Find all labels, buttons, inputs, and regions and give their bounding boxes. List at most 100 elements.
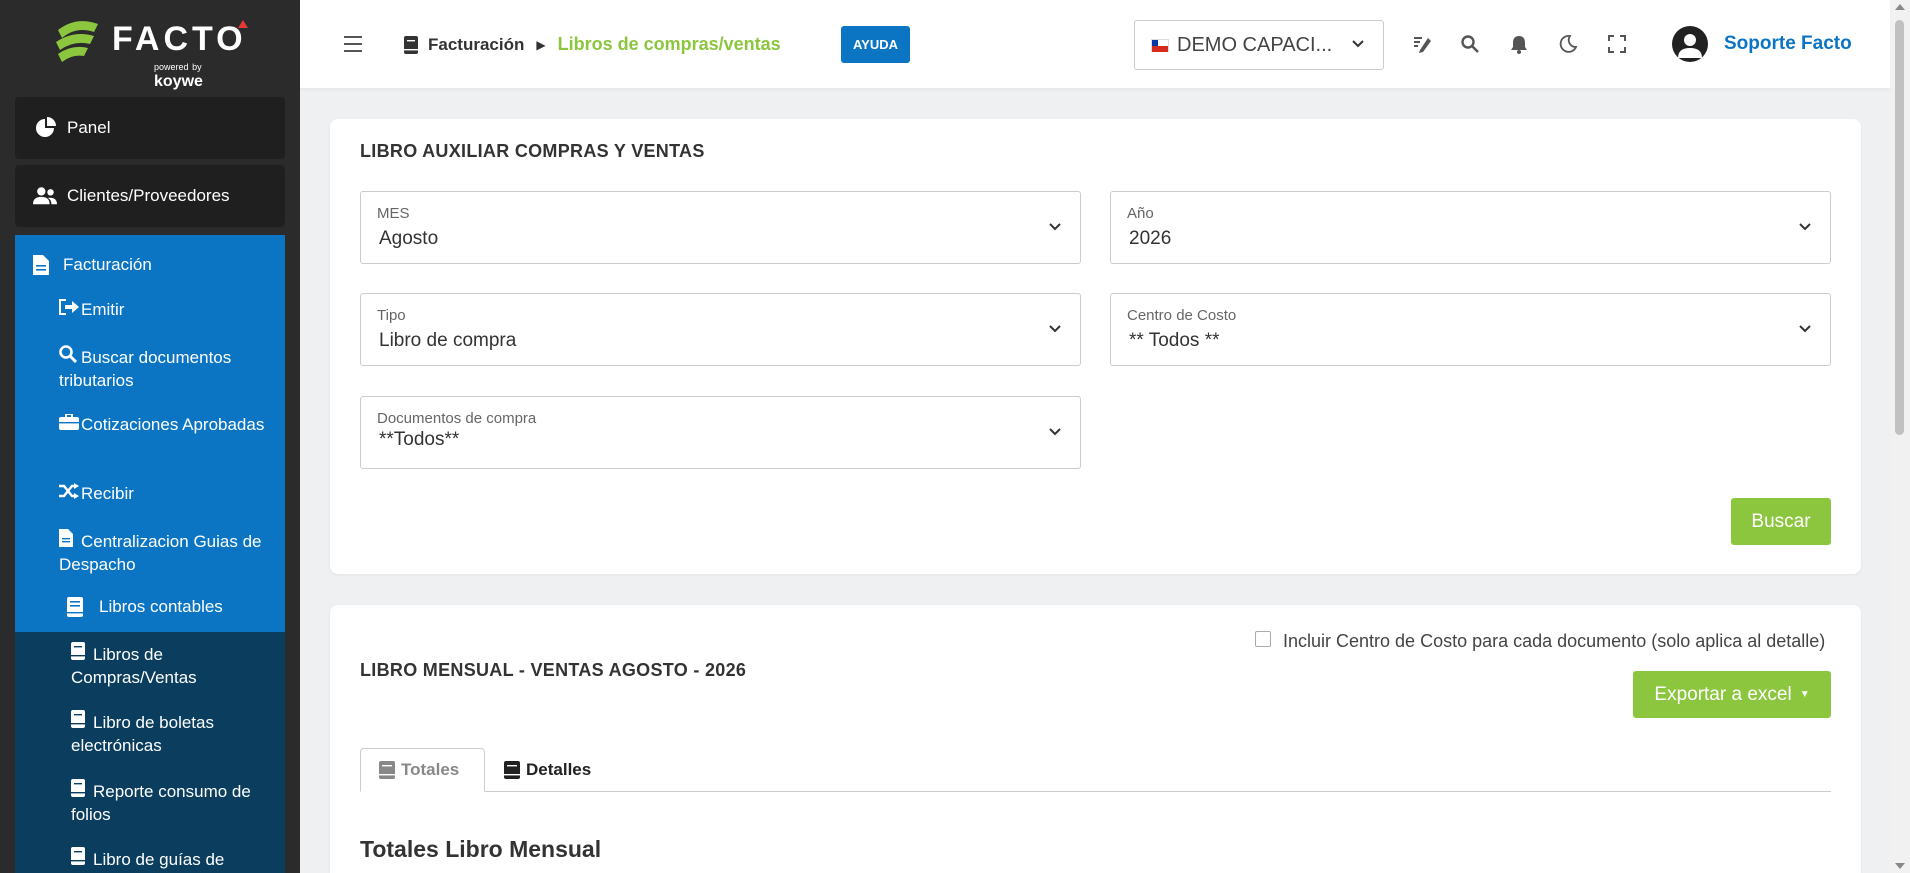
search-button[interactable]: Buscar — [1731, 498, 1831, 545]
tab-totales[interactable]: Totales — [360, 748, 485, 792]
tab-detalles[interactable]: Detalles — [504, 748, 591, 792]
export-excel-label: Exportar a excel — [1654, 683, 1792, 705]
sidebar-item-facturacion[interactable]: Facturación — [33, 255, 152, 275]
book-icon — [404, 35, 418, 54]
sign-out-icon — [59, 298, 79, 321]
type-select[interactable]: Tipo Libro de compra — [360, 293, 1081, 366]
type-label: Tipo — [377, 307, 406, 324]
file-icon — [59, 529, 79, 553]
filters-card: LIBRO AUXILIAR COMPRAS Y VENTAS MES Agos… — [330, 119, 1861, 574]
shuffle-icon — [59, 482, 79, 505]
export-excel-button[interactable]: Exportar a excel ▼ — [1633, 671, 1831, 718]
page-scrollbar[interactable] — [1890, 0, 1910, 873]
chevron-down-icon — [1799, 223, 1811, 231]
sidebar-item-emitir[interactable]: Emitir — [59, 298, 279, 321]
include-cost-center-label[interactable]: Incluir Centro de Costo para cada docume… — [1283, 631, 1825, 652]
cost-center-select[interactable]: Centro de Costo ** Todos ** — [1110, 293, 1831, 366]
documents-value: **Todos** — [379, 429, 460, 450]
scroll-down-icon[interactable] — [1895, 863, 1905, 869]
chevron-down-icon — [1049, 223, 1061, 231]
scroll-up-icon[interactable] — [1895, 4, 1905, 10]
month-value: Agosto — [379, 228, 439, 249]
book-icon — [379, 761, 395, 779]
breadcrumb-current: Libros de compras/ventas — [557, 34, 781, 54]
sidebar-item-centralizacion[interactable]: Centralizacion Guias de Despacho — [59, 529, 279, 576]
company-name: DEMO CAPACI... — [1177, 33, 1333, 56]
book-icon — [71, 642, 91, 666]
pie-chart-icon — [33, 116, 57, 140]
month-select[interactable]: MES Agosto — [360, 191, 1081, 264]
logo-powered: powered by koywe — [154, 62, 203, 90]
sidebar: FACTO powered by koywe Panel Clientes/Pr… — [0, 0, 300, 873]
sidebar-item-libros-contables[interactable]: Libros contables — [67, 597, 223, 617]
breadcrumb: Facturación ▶ Libros de compras/ventas — [404, 34, 781, 55]
sidebar-item-label: Libro de boletas electrónicas — [71, 713, 214, 755]
briefcase-icon — [59, 413, 79, 436]
sidebar-item-label: Panel — [67, 118, 111, 137]
tab-label: Totales — [401, 760, 460, 779]
sidebar-item-libro-guias[interactable]: Libro de guías de — [71, 847, 271, 871]
sidebar-item-recibir[interactable]: Recibir — [59, 482, 279, 505]
book-icon — [504, 761, 520, 779]
sidebar-item-label: Clientes/Proveedores — [67, 186, 230, 205]
caret-down-icon: ▼ — [1799, 689, 1810, 700]
sidebar-item-label: Cotizaciones Aprobadas — [81, 415, 265, 434]
documents-label: Documentos de compra — [377, 410, 537, 427]
moon-icon[interactable] — [1558, 34, 1578, 54]
sidebar-item-label: Recibir — [81, 484, 134, 503]
book-icon — [71, 710, 91, 734]
search-icon — [59, 345, 79, 369]
sidebar-item-buscar[interactable]: Buscar documentos tributarios — [59, 345, 279, 392]
sidebar-item-reporte-folios[interactable]: Reporte consumo de folios — [71, 779, 271, 826]
bell-icon[interactable] — [1509, 34, 1529, 54]
sidebar-item-cotizaciones[interactable]: Cotizaciones Aprobadas — [59, 413, 279, 436]
menu-toggle-icon[interactable] — [344, 36, 362, 52]
book-icon — [71, 779, 91, 803]
help-button[interactable]: AYUDA — [841, 26, 910, 63]
include-cost-center-checkbox[interactable] — [1255, 631, 1271, 647]
facto-logo[interactable]: FACTO powered by koywe — [52, 14, 252, 90]
chevron-down-icon — [1049, 325, 1061, 333]
scrollbar-thumb[interactable] — [1895, 20, 1904, 435]
sidebar-item-label: Centralizacion Guias de Despacho — [59, 532, 262, 574]
fullscreen-icon[interactable] — [1607, 34, 1627, 54]
year-label: Año — [1127, 205, 1154, 222]
file-text-icon — [33, 255, 49, 275]
monthly-book-card: Incluir Centro de Costo para cada docume… — [330, 605, 1861, 873]
year-select[interactable]: Año 2026 — [1110, 191, 1831, 264]
breadcrumb-parent[interactable]: Facturación — [428, 35, 524, 55]
sidebar-group-facturacion: Facturación Emitir Buscar documentos tri… — [15, 235, 285, 632]
month-label: MES — [377, 205, 410, 222]
chevron-down-icon — [1352, 40, 1364, 48]
type-value: Libro de compra — [379, 330, 517, 351]
sidebar-item-clientes[interactable]: Clientes/Proveedores — [15, 165, 285, 227]
cost-center-value: ** Todos ** — [1129, 330, 1220, 351]
caret-right-icon: ▶ — [536, 37, 546, 52]
sidebar-item-libros-compras-ventas[interactable]: Libros de Compras/Ventas — [71, 642, 271, 689]
topbar: Facturación ▶ Libros de compras/ventas A… — [300, 0, 1890, 88]
documents-select[interactable]: Documentos de compra **Todos** — [360, 396, 1081, 469]
chile-flag-icon — [1151, 38, 1169, 52]
sidebar-item-label: Libros contables — [99, 597, 223, 616]
sidebar-item-label: Reporte consumo de folios — [71, 782, 251, 824]
logo-wordmark: FACTO — [112, 20, 247, 58]
company-selector[interactable]: DEMO CAPACI... — [1134, 20, 1384, 70]
user-name[interactable]: Soporte Facto — [1724, 33, 1852, 55]
book-icon — [71, 847, 91, 871]
sidebar-item-panel[interactable]: Panel — [15, 97, 285, 159]
sidebar-item-label: Emitir — [81, 300, 125, 319]
logo-mark-icon — [56, 21, 98, 62]
year-value: 2026 — [1129, 228, 1172, 249]
search-icon[interactable] — [1460, 34, 1480, 54]
chevron-down-icon — [1799, 325, 1811, 333]
avatar[interactable] — [1672, 26, 1708, 62]
signature-icon[interactable] — [1412, 34, 1432, 54]
section-title: Totales Libro Mensual — [360, 836, 602, 862]
sidebar-item-label: Buscar documentos tributarios — [59, 348, 232, 390]
chevron-down-icon — [1049, 428, 1061, 436]
sidebar-item-libro-boletas[interactable]: Libro de boletas electrónicas — [71, 710, 271, 757]
sidebar-group-libros: Libros de Compras/Ventas Libro de boleta… — [15, 632, 285, 873]
logo-accent-icon — [238, 20, 248, 28]
sidebar-item-label: Libro de guías de — [93, 850, 225, 869]
users-icon — [33, 184, 57, 208]
